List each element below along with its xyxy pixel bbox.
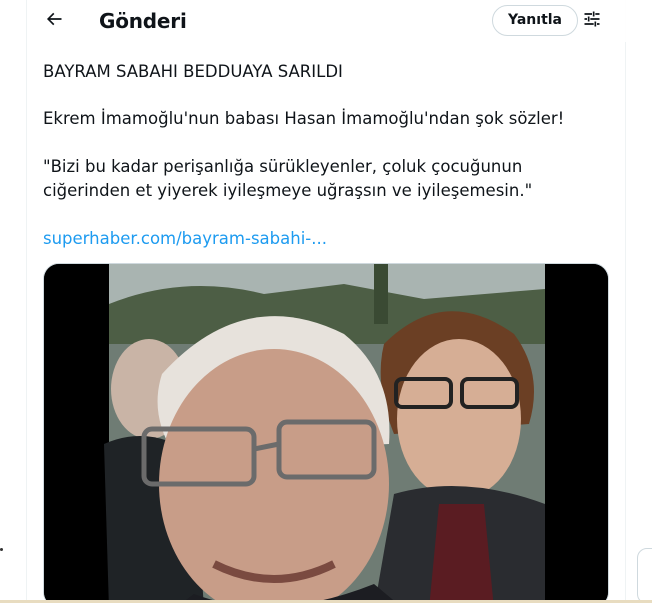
page-header: Gönderi Yanıtla	[27, 0, 627, 42]
sliders-icon	[582, 9, 602, 34]
tweet-paragraph: Ekrem İmamoğlu'nun babası Hasan İmamoğlu…	[43, 109, 565, 128]
back-button[interactable]	[37, 4, 71, 38]
tweet-headline: BAYRAM SABAHI BEDDUAYA SARILDI	[43, 62, 343, 81]
page-title: Gönderi	[99, 9, 187, 33]
tweet-link[interactable]: superhaber.com/bayram-sabahi-...	[43, 227, 327, 251]
main-column: Gönderi Yanıtla BAYRAM SABAHI BEDDUAYA S…	[26, 0, 627, 603]
reply-button[interactable]: Yanıtla	[492, 5, 579, 36]
video-media[interactable]	[43, 263, 609, 603]
video-frame-image	[44, 264, 608, 603]
edge-marker	[0, 548, 3, 551]
tweet-quote: "Bizi bu kadar perişanlığa sürükleyenler…	[43, 157, 533, 200]
settings-button[interactable]	[577, 6, 607, 36]
side-card-edge	[637, 548, 652, 603]
arrow-left-icon	[44, 9, 64, 34]
